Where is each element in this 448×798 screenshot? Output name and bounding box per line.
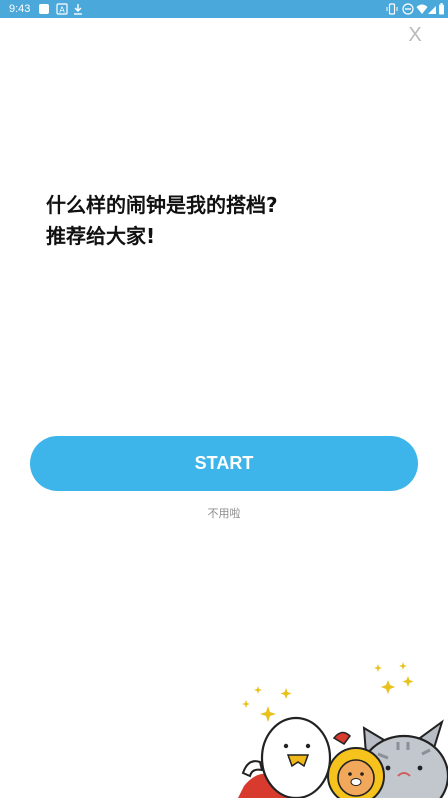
sparkle-icon: [242, 662, 414, 722]
download-icon: [72, 3, 84, 18]
status-bar: 9:43 A: [0, 0, 448, 18]
wifi-icon: [416, 3, 428, 18]
skip-link[interactable]: 不用啦: [0, 505, 448, 521]
start-button[interactable]: START: [30, 436, 418, 491]
headline-line-1: 什么样的闹钟是我的搭档?: [46, 193, 278, 217]
close-button[interactable]: X: [406, 24, 424, 46]
dnd-icon: [402, 3, 414, 18]
characters-illustration: [238, 662, 448, 798]
status-time: 9:43: [9, 3, 31, 15]
lion-character-icon: [327, 747, 385, 798]
vibrate-icon: [386, 3, 398, 18]
headline: 什么样的闹钟是我的搭档? 推荐给大家!: [46, 190, 406, 252]
battery-icon: [438, 3, 445, 18]
white-square-icon: [38, 3, 50, 18]
svg-text:A: A: [59, 6, 65, 15]
a-box-icon: A: [56, 3, 68, 18]
headline-line-2: 推荐给大家!: [46, 224, 156, 248]
signal-icon: [428, 3, 437, 18]
